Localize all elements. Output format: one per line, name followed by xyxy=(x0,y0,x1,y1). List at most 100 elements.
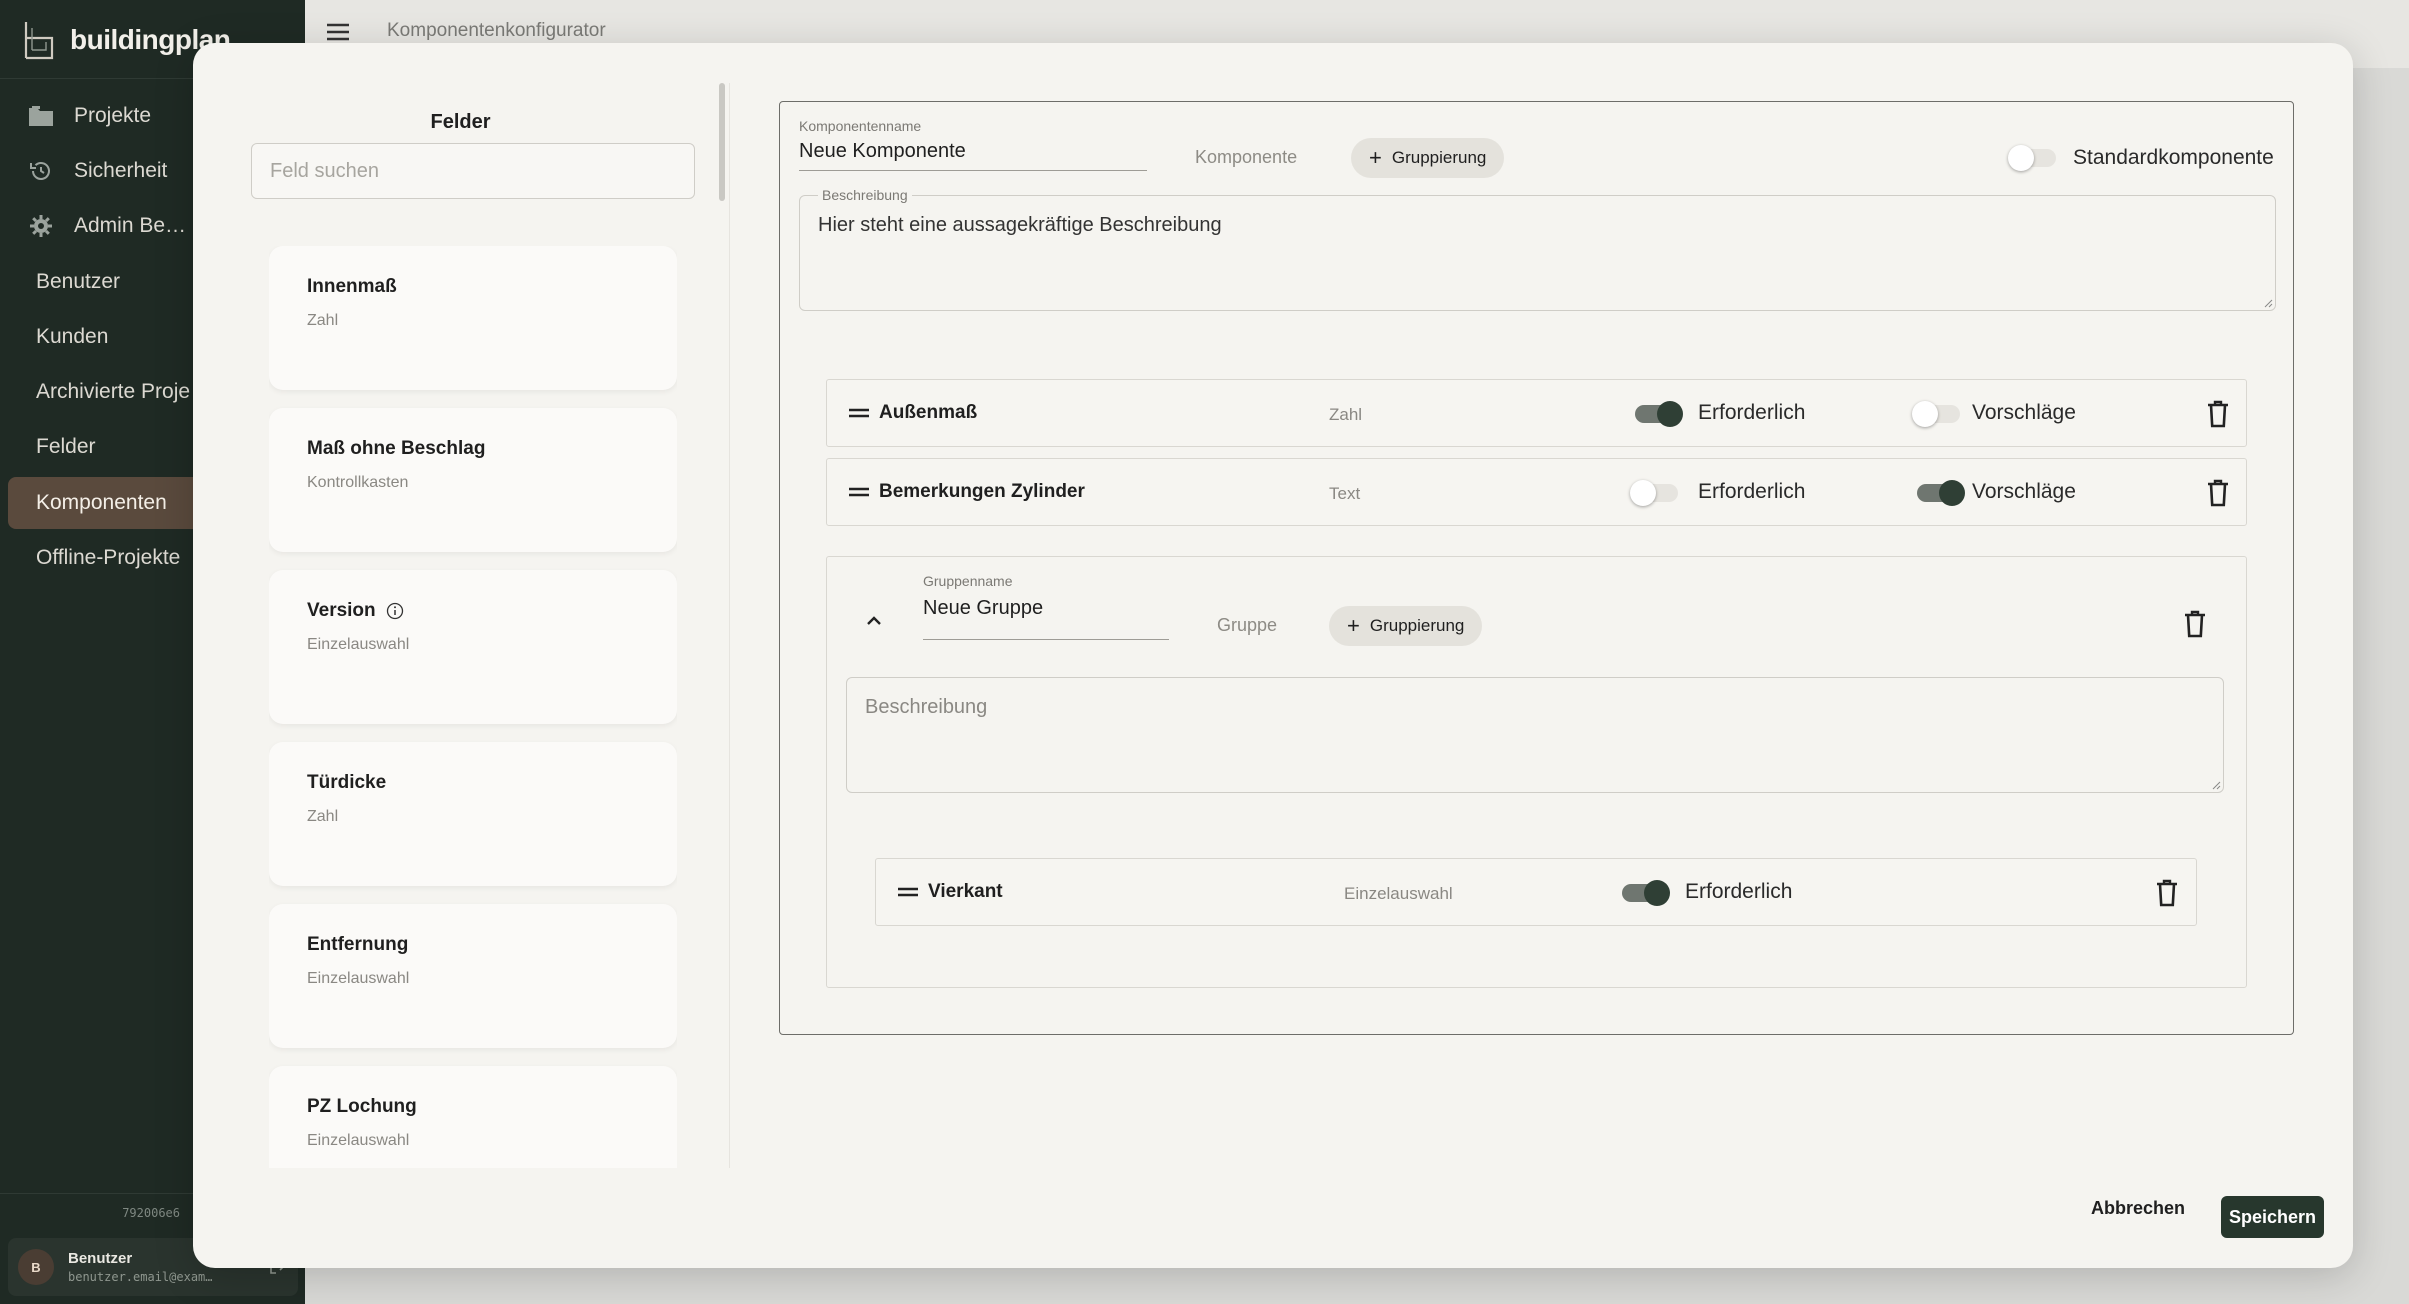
field-card-innenmass[interactable]: Innenmaß Zahl xyxy=(269,246,677,390)
required-switch[interactable] xyxy=(1635,401,1683,427)
field-card-entfernung[interactable]: Entfernung Einzelauswahl xyxy=(269,904,677,1048)
trash-icon[interactable] xyxy=(2156,879,2178,907)
fields-panel: Felder Innenmaß Zahl Maß ohne Beschlag K… xyxy=(193,43,730,1168)
resize-grip-icon[interactable] xyxy=(2263,298,2273,308)
row-field-name: Vierkant xyxy=(928,881,1003,902)
row-field-name: Bemerkungen Zylinder xyxy=(879,481,1085,502)
switch-knob xyxy=(1939,480,1965,506)
field-card-name: Türdicke xyxy=(307,772,387,793)
row-name: Außenmaß xyxy=(849,402,977,424)
sidebar-item-label: Felder xyxy=(36,435,96,458)
field-card-type: Einzelauswahl xyxy=(307,1132,410,1149)
sidebar-item-label: Kunden xyxy=(36,325,109,348)
user-name: Benutzer xyxy=(68,1250,133,1267)
component-group: Gruppenname Neue Gruppe Gruppe + Gruppie… xyxy=(826,556,2247,988)
avatar: B xyxy=(18,1249,54,1285)
group-name-input[interactable]: Neue Gruppe xyxy=(923,597,1169,640)
row-field-type: Zahl xyxy=(1329,405,1363,424)
field-card-name: Innenmaß xyxy=(307,276,397,297)
component-field-row[interactable]: Außenmaß Zahl Erforderlich Vorschläge xyxy=(826,379,2247,447)
field-list: Innenmaß Zahl Maß ohne Beschlag Kontroll… xyxy=(269,246,677,1168)
trash-icon[interactable] xyxy=(2207,479,2229,507)
plus-icon: + xyxy=(1347,613,1360,638)
switch-knob xyxy=(1644,880,1670,906)
suggestions-label: Vorschläge xyxy=(1972,401,2076,424)
sidebar-item-label: Projekte xyxy=(74,104,152,127)
switch-knob xyxy=(1912,401,1938,427)
component-kind: Komponente xyxy=(1195,147,1298,167)
app-version: 792006e6 xyxy=(122,1206,180,1220)
field-card-name: Version xyxy=(307,600,376,621)
history-icon xyxy=(26,156,56,186)
add-grouping-button[interactable]: + Gruppierung xyxy=(1351,138,1505,178)
field-card-name: Maß ohne Beschlag xyxy=(307,438,486,459)
menu-icon[interactable] xyxy=(325,20,353,44)
standard-component-switch[interactable] xyxy=(2008,145,2056,171)
trash-icon[interactable] xyxy=(2184,610,2206,638)
field-card-type: Einzelauswahl xyxy=(307,970,410,987)
add-grouping-label: Gruppierung xyxy=(1369,616,1465,635)
info-icon[interactable] xyxy=(386,602,404,620)
required-label: Erforderlich xyxy=(1685,880,1793,903)
component-field-row[interactable]: Bemerkungen Zylinder Text Erforderlich V… xyxy=(826,458,2247,526)
row-name: Vierkant xyxy=(898,881,1003,903)
field-card-version[interactable]: Version Einzelauswahl xyxy=(269,570,677,724)
sidebar-item-label: Sicherheit xyxy=(74,159,168,182)
sidebar-item-label: Archivierte Proje xyxy=(36,380,191,403)
suggestions-label: Vorschläge xyxy=(1972,480,2076,503)
component-description-text: Hier steht eine aussagekräftige Beschrei… xyxy=(818,214,1222,236)
component-configurator-dialog: Felder Innenmaß Zahl Maß ohne Beschlag K… xyxy=(193,43,2353,1268)
group-name-label: Gruppenname xyxy=(923,573,1013,589)
field-card-type: Zahl xyxy=(307,312,339,329)
field-card-name: Entfernung xyxy=(307,934,409,955)
group-description-textarea[interactable]: Beschreibung xyxy=(846,677,2224,793)
fields-scrollbar[interactable] xyxy=(719,83,725,201)
user-email: benutzer.email@exam… xyxy=(68,1270,213,1284)
required-switch[interactable] xyxy=(1630,480,1678,506)
page-title: Komponentenkonfigurator xyxy=(387,20,606,41)
group-add-grouping-button[interactable]: + Gruppierung xyxy=(1329,606,1483,646)
group-description-placeholder: Beschreibung xyxy=(865,696,988,718)
chevron-up-icon[interactable] xyxy=(865,614,883,626)
row-name: Bemerkungen Zylinder xyxy=(849,481,1085,503)
drag-handle-icon[interactable] xyxy=(898,886,918,898)
field-search-input[interactable] xyxy=(251,143,695,199)
add-grouping-label: Gruppierung xyxy=(1391,148,1487,167)
required-label: Erforderlich xyxy=(1698,401,1806,424)
trash-icon[interactable] xyxy=(2207,400,2229,428)
suggestions-switch[interactable] xyxy=(1917,480,1965,506)
group-field-row[interactable]: Vierkant Einzelauswahl Erforderlich xyxy=(875,858,2197,926)
gear-icon xyxy=(26,211,56,241)
component-name-input[interactable]: Neue Komponente xyxy=(799,140,1147,171)
component-name-label: Komponentenname xyxy=(799,118,922,134)
cancel-button[interactable]: Abbrechen xyxy=(2091,1198,2185,1219)
field-card-type: Zahl xyxy=(307,808,339,825)
resize-grip-icon[interactable] xyxy=(2211,780,2221,790)
row-field-name: Außenmaß xyxy=(879,402,978,423)
component-description-label: Beschreibung xyxy=(818,187,912,203)
switch-knob xyxy=(1630,480,1656,506)
field-card-name: PZ Lochung xyxy=(307,1096,417,1117)
sidebar-item-label: Benutzer xyxy=(36,270,121,293)
field-card-name-row: Version xyxy=(307,600,639,622)
field-card-pz-lochung[interactable]: PZ Lochung Einzelauswahl xyxy=(269,1066,677,1168)
brand-logo-icon xyxy=(24,22,54,60)
standard-component-label: Standardkomponente xyxy=(2073,146,2274,169)
suggestions-switch[interactable] xyxy=(1912,401,1960,427)
component-description-textarea[interactable]: Beschreibung Hier steht eine aussagekräf… xyxy=(799,187,2276,311)
row-field-type: Text xyxy=(1329,484,1361,503)
save-button[interactable]: Speichern xyxy=(2221,1196,2324,1238)
plus-icon: + xyxy=(1369,145,1382,170)
sidebar-item-label: Offline-Projekte xyxy=(36,546,181,569)
panel-divider xyxy=(729,83,730,1168)
sidebar-item-label: Komponenten xyxy=(36,491,167,514)
field-card-mass-ohne-beschlag[interactable]: Maß ohne Beschlag Kontrollkasten xyxy=(269,408,677,552)
drag-handle-icon[interactable] xyxy=(849,486,869,498)
field-card-tuerdicke[interactable]: Türdicke Zahl xyxy=(269,742,677,886)
switch-knob xyxy=(1657,401,1683,427)
row-field-type: Einzelauswahl xyxy=(1344,884,1453,903)
drag-handle-icon[interactable] xyxy=(849,407,869,419)
field-card-type: Kontrollkasten xyxy=(307,474,409,491)
required-switch[interactable] xyxy=(1622,880,1670,906)
component-editor: Komponentenname Neue Komponente Komponen… xyxy=(779,101,2294,1035)
